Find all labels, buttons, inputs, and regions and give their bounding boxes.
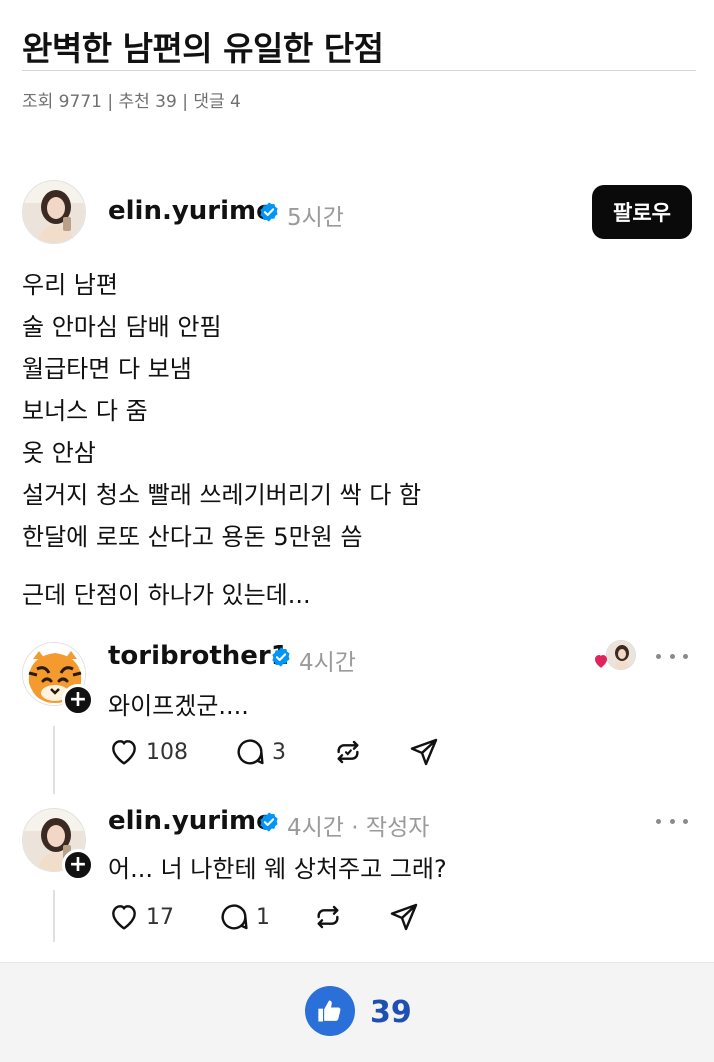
send-icon <box>390 903 418 931</box>
reply-count: 3 <box>272 739 286 765</box>
like-count: 108 <box>146 739 188 765</box>
post-line: 한달에 로또 산다고 용돈 5만원 씀 <box>22 523 363 551</box>
like-button[interactable]: 108 <box>108 736 188 768</box>
recommend-button[interactable] <box>305 986 355 1036</box>
reply-count: 1 <box>256 904 270 930</box>
title-divider <box>22 70 696 71</box>
comment-time-value: 4시간 <box>287 815 344 841</box>
post-line: 월급타면 다 보냄 <box>22 355 192 383</box>
post-line: 보너스 다 줌 <box>22 397 148 425</box>
repost-button[interactable] <box>332 736 364 768</box>
repost-icon <box>337 740 359 764</box>
post-author-avatar[interactable] <box>22 180 86 244</box>
post-line: 옷 안삼 <box>22 439 96 467</box>
share-button[interactable] <box>408 736 440 768</box>
heart-filled-icon <box>595 655 607 668</box>
post-line: 술 안마심 담배 안핌 <box>22 313 222 341</box>
more-dots-icon[interactable] <box>656 811 688 831</box>
verified-badge-icon <box>260 812 278 832</box>
comment-text: 어... 너 나한테 웨 상처주고 그래? <box>108 855 447 883</box>
post-username[interactable]: elin.yurime <box>108 196 274 226</box>
post-time: 5시간 <box>287 205 344 231</box>
follow-plus-icon[interactable]: + <box>62 849 94 881</box>
author-tag: · 작성자 <box>351 815 430 841</box>
post-line: 설거지 청소 빨래 쓰레기버리기 싹 다 함 <box>22 481 422 509</box>
comment-time: 4시간 · 작성자 <box>287 808 429 842</box>
comment-time: 4시간 <box>299 650 356 676</box>
share-button[interactable] <box>388 901 420 933</box>
more-dots-icon[interactable] <box>656 646 688 666</box>
send-icon <box>410 738 438 766</box>
comment-bubble-icon <box>237 739 264 765</box>
reply-button[interactable]: 1 <box>218 901 270 933</box>
repost-button[interactable] <box>312 901 344 933</box>
recommend-bar <box>0 962 714 1062</box>
post-line: 근데 단점이 하나가 있는데... <box>22 581 311 609</box>
article-meta: 조회 9771 | 추천 39 | 댓글 4 <box>22 92 241 112</box>
page-title: 완벽한 남편의 유일한 단점 <box>22 29 384 68</box>
reply-button[interactable]: 3 <box>234 736 286 768</box>
thumbs-up-icon <box>318 1000 341 1022</box>
follow-button[interactable]: 팔로우 <box>592 185 692 239</box>
commenter-username[interactable]: toribrother1 <box>108 641 289 671</box>
comment-bubble-icon <box>221 904 248 930</box>
comment-text: 와이프겠군.... <box>108 692 249 720</box>
verified-badge-icon <box>272 647 290 667</box>
follow-plus-icon[interactable]: + <box>62 684 94 716</box>
heart-icon <box>112 905 136 930</box>
like-button[interactable]: 17 <box>108 901 174 933</box>
recommend-count: 39 <box>370 995 412 1030</box>
post-line: 우리 남편 <box>22 271 118 299</box>
heart-icon <box>112 740 136 765</box>
thread-connector <box>53 890 55 942</box>
thread-connector <box>53 726 55 794</box>
like-count: 17 <box>146 904 174 930</box>
repost-icon <box>317 905 339 929</box>
verified-badge-icon <box>260 202 278 222</box>
liked-by-author-indicator <box>592 640 636 672</box>
commenter-username[interactable]: elin.yurime <box>108 806 274 836</box>
